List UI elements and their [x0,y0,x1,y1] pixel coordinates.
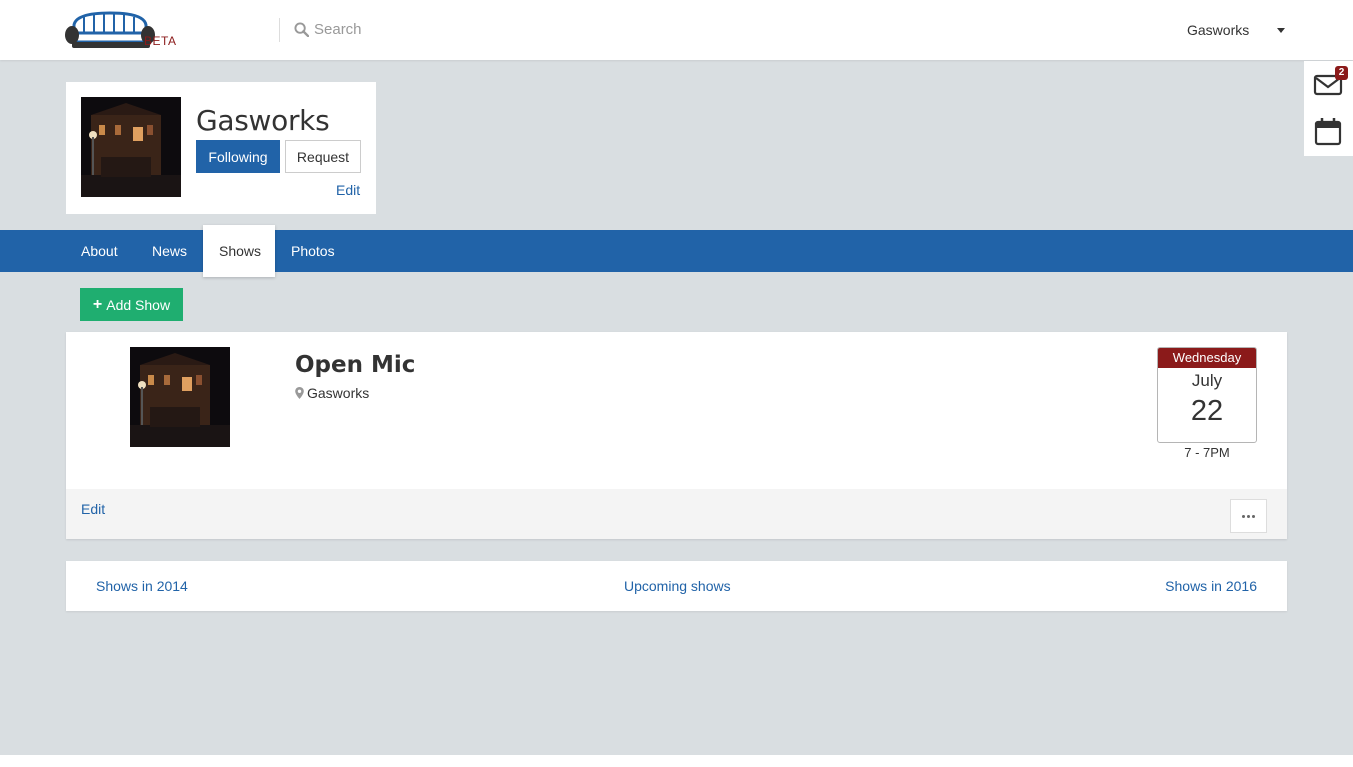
date-calendar: Wednesday July 22 [1157,347,1257,443]
footer-strip [0,755,1353,767]
show-card-footer: Edit [66,489,1287,539]
more-options-button[interactable] [1230,499,1267,533]
tab-photos[interactable]: Photos [275,230,351,272]
plus-icon: + [92,295,103,313]
ellipsis-icon [1242,514,1245,518]
divider [279,18,280,42]
venue-photo [81,97,181,197]
calendar-day: 22 [1190,395,1224,427]
add-show-label: Add Show [106,296,171,313]
caret-down-icon [1277,27,1286,33]
add-show-button[interactable]: + Add Show [80,288,183,321]
edit-show-link[interactable]: Edit [81,501,105,517]
show-venue[interactable]: Gasworks [295,385,369,401]
upcoming-shows-link[interactable]: Upcoming shows [624,578,731,594]
next-year-link[interactable]: Shows in 2016 [1165,578,1257,594]
tab-bar: About News Shows Photos [0,225,1353,277]
shows-pager: Shows in 2014 Upcoming shows Shows in 20… [66,561,1287,611]
map-marker-icon [295,387,304,399]
show-photo[interactable] [130,347,230,447]
tab-shows[interactable]: Shows [203,225,275,277]
top-navbar: BETA Search Gasworks [0,0,1353,60]
user-menu[interactable]: Gasworks [1187,22,1286,38]
venue-name: Gasworks [307,385,370,401]
search-icon [294,22,309,37]
tab-about[interactable]: About [65,230,134,272]
page-title: Gasworks [196,104,330,137]
show-title[interactable]: Open Mic [295,352,415,378]
request-button[interactable]: Request [285,140,361,173]
following-button[interactable]: Following [196,140,280,173]
calendar-icon[interactable] [1313,116,1343,146]
profile-card: Gasworks Following Request Edit [66,82,376,214]
prev-year-link[interactable]: Shows in 2014 [96,578,188,594]
show-card: Open Mic Gasworks Wednesday July 22 7 - … [66,332,1287,539]
show-time: 7 - 7PM [1184,445,1230,460]
tab-news[interactable]: News [136,230,203,272]
user-name: Gasworks [1187,22,1250,38]
beta-label: BETA [144,34,177,48]
calendar-weekday: Wednesday [1158,348,1256,368]
edit-profile-link[interactable]: Edit [336,182,360,198]
calendar-month: July [1191,371,1223,390]
message-count-badge: 2 [1335,66,1348,80]
side-panel: 2 [1304,61,1353,156]
search-placeholder: Search [314,21,362,38]
search-input[interactable]: Search [294,21,362,38]
